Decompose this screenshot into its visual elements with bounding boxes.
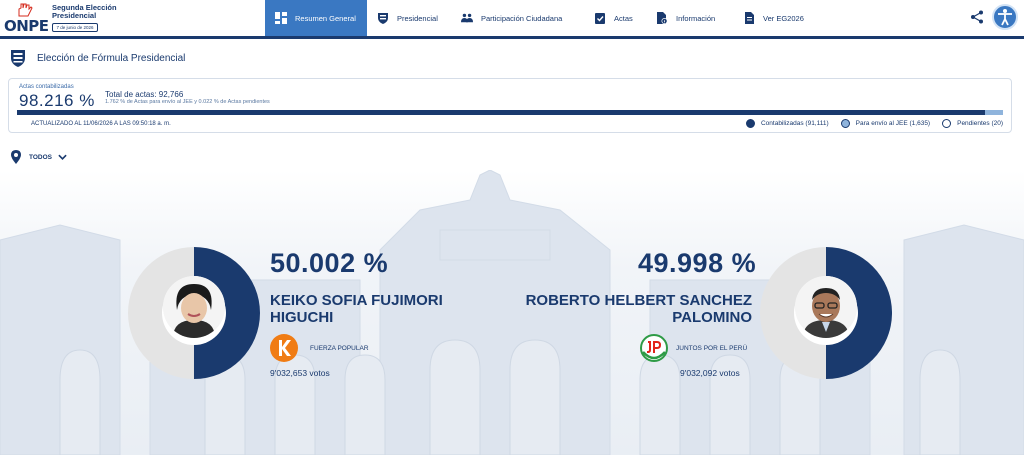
tab-ver-eg2026[interactable]: Ver EG2026 [733, 0, 813, 36]
legend-envio-jee: Para envío al JEE (1,635) [840, 119, 931, 128]
candidate-percentage: 49.998 % [638, 248, 757, 278]
candidate-votes: 9'032,092 votos [680, 368, 740, 378]
location-pin-icon [11, 150, 21, 164]
candidate-photo [795, 276, 857, 338]
accessibility-button[interactable] [992, 4, 1018, 30]
updated-timestamp: ACTUALIZADO AL 11/06/2026 A LAS 09:50:18… [31, 121, 171, 127]
actas-note: 1.762 % de Actas para envío al JEE y 0.0… [105, 99, 270, 105]
dashboard-icon [275, 12, 287, 24]
candidate-portrait [795, 276, 857, 338]
tab-label: Información [676, 13, 716, 23]
section-title: Elección de Fórmula Presidencial [37, 52, 186, 64]
tab-presidencial[interactable]: Presidencial [367, 0, 451, 36]
candidate-percentage: 50.002 % [270, 248, 389, 278]
people-icon [461, 13, 473, 23]
section-header: Elección de Fórmula Presidencial [7, 47, 185, 69]
candidate-votes: 9'032,653 votos [270, 368, 330, 378]
actas-progress-card: Actas contabilizadas 98.216 % Total de a… [8, 78, 1012, 133]
chevron-down-icon [58, 154, 67, 160]
legend-dot [942, 119, 952, 128]
juntos-por-el-peru-logo-icon [640, 334, 668, 362]
region-filter-dropdown[interactable]: TODOS [11, 150, 67, 164]
actas-percentage: 98.216 % [19, 91, 95, 110]
actas-label: Actas contabilizadas [19, 84, 74, 90]
progress-legend: Contabilizadas (91,111) Para envío al JE… [734, 119, 1003, 128]
tab-label: Participación Ciudadana [481, 13, 563, 23]
party-name: FUERZA POPULAR [310, 345, 369, 352]
legend-pendientes: Pendientes (20) [942, 119, 1003, 128]
tab-informacion[interactable]: Información [646, 0, 733, 36]
legend-contabilizadas: Contabilizadas (91,111) [745, 119, 829, 128]
legend-label: Pendientes (20) [957, 120, 1003, 127]
accessibility-icon [998, 9, 1012, 26]
candidate-name-line2: HIGUCHI [270, 309, 334, 326]
top-navbar: ONPE Segunda Elección Presidencial 7 de … [0, 0, 1024, 39]
candidate-portrait [163, 276, 225, 338]
legend-dot [840, 119, 850, 128]
candidate-name-line2: PALOMINO [672, 309, 752, 326]
tab-participacion-ciudadana[interactable]: Participación Ciudadana [451, 0, 584, 36]
election-title: Segunda Elección Presidencial [52, 3, 117, 20]
hand-vote-icon [18, 3, 33, 17]
legend-label: Para envío al JEE (1,635) [855, 120, 931, 127]
tab-resumen-general[interactable]: Resumen General [265, 0, 367, 36]
election-date: 7 de junio de 2026 [52, 23, 98, 32]
party-name: JUNTOS POR EL PERÚ [676, 345, 748, 352]
total-actas: Total de actas: 92,766 [105, 90, 184, 99]
share-icon[interactable] [970, 10, 984, 24]
tab-label: Resumen General [295, 13, 356, 23]
tab-label: Ver EG2026 [763, 13, 804, 23]
filter-label: TODOS [29, 153, 52, 161]
document-icon [745, 12, 754, 24]
clipboard-check-icon [595, 13, 605, 24]
peru-shield-icon [7, 47, 29, 69]
candidate-photo [163, 276, 225, 338]
actas-progress-bar [17, 110, 1003, 115]
candidate-name: ROBERTO HELBERT SANCHEZ PALOMINO [524, 292, 752, 326]
candidate-name-line1: KEIKO SOFIA FUJIMORI [270, 292, 443, 309]
onpe-logo[interactable]: ONPE [4, 3, 49, 35]
legend-dot [745, 119, 755, 128]
info-document-icon [657, 12, 668, 24]
tab-actas[interactable]: Actas [584, 0, 646, 36]
candidate-name: KEIKO SOFIA FUJIMORI HIGUCHI [270, 292, 443, 326]
legend-label: Contabilizadas (91,111) [760, 120, 829, 127]
bar-contabilizadas [17, 110, 986, 115]
candidate-name-line1: ROBERTO HELBERT SANCHEZ [525, 292, 752, 309]
peru-shield-icon [378, 13, 388, 24]
main-nav: Resumen General Presidencial Participaci… [265, 0, 813, 36]
bar-envio-jee [985, 110, 1003, 115]
tab-label: Actas [614, 13, 633, 23]
fuerza-popular-logo-icon [270, 334, 298, 362]
tab-label: Presidencial [397, 13, 438, 23]
